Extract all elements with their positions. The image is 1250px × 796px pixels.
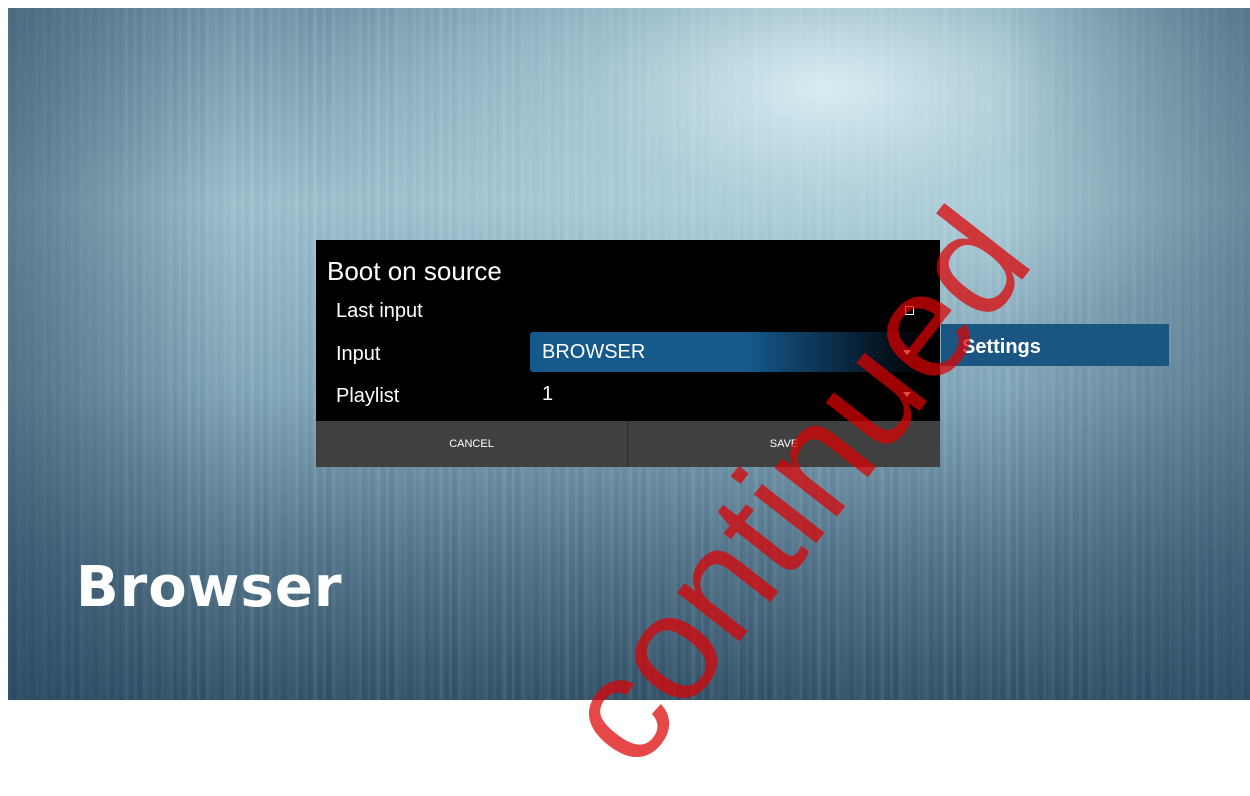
last-input-label: Last input (336, 300, 423, 322)
boot-on-source-dialog: Boot on source Last input Input BROWSER … (316, 240, 940, 467)
playlist-label: Playlist (336, 385, 400, 407)
dropdown-arrow-icon (903, 392, 911, 397)
input-select[interactable]: BROWSER (530, 332, 926, 372)
input-label: Input (336, 343, 381, 365)
button-bar: CANCEL SAVE (316, 421, 940, 467)
cancel-button[interactable]: CANCEL (316, 421, 628, 467)
settings-menu-item[interactable]: Settings (941, 324, 1169, 366)
input-select-value: BROWSER (542, 341, 646, 363)
dropdown-arrow-icon (903, 350, 911, 355)
playlist-select-value: 1 (542, 383, 554, 405)
dialog-title: Boot on source (327, 256, 502, 286)
playlist-select[interactable]: 1 (530, 374, 926, 414)
save-button[interactable]: SAVE (628, 421, 940, 467)
app-title: Browser (76, 555, 343, 620)
last-input-checkbox-icon[interactable] (905, 306, 914, 315)
settings-label: Settings (962, 336, 1041, 358)
